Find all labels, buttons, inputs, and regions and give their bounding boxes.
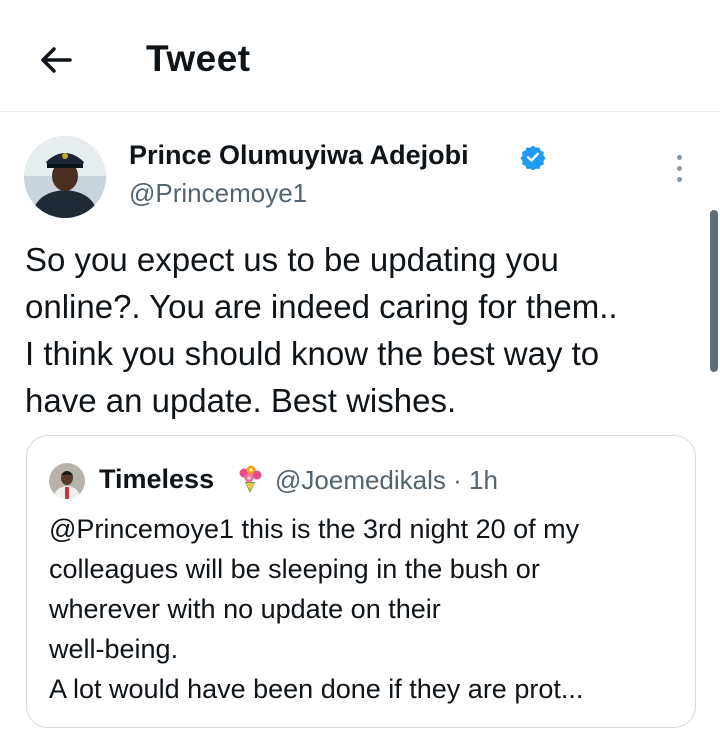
scrollbar[interactable] bbox=[710, 210, 718, 372]
back-button[interactable] bbox=[36, 40, 76, 80]
author-name[interactable]: Prince Olumuyiwa Adejobi bbox=[129, 140, 469, 171]
more-options-button[interactable] bbox=[668, 155, 690, 187]
quoted-tweet-body: @Princemoye1 this is the 3rd night 20 of… bbox=[49, 514, 584, 704]
author-avatar[interactable] bbox=[24, 136, 106, 218]
bouquet-icon bbox=[239, 465, 262, 493]
top-bar: Tweet bbox=[0, 0, 720, 112]
quoted-author-avatar bbox=[49, 463, 85, 499]
author-handle[interactable]: @Princemoye1 bbox=[129, 178, 307, 209]
quoted-author-meta: @Joemedikals · 1h bbox=[275, 465, 498, 496]
arrow-left-icon bbox=[41, 47, 72, 73]
quoted-timestamp: 1h bbox=[469, 465, 498, 495]
tweet-body: So you expect us to be updating you onli… bbox=[25, 241, 618, 419]
page-title: Tweet bbox=[146, 38, 251, 79]
quoted-author-name: Timeless bbox=[99, 464, 215, 494]
quoted-tweet[interactable]: Timeless @Joemedikals · 1h @Princemoye1 … bbox=[26, 435, 696, 728]
quoted-author-handle: @Joemedikals bbox=[275, 465, 446, 495]
verified-badge-icon bbox=[520, 145, 546, 170]
more-dots-icon bbox=[676, 155, 682, 160]
meta-separator: · bbox=[453, 465, 462, 495]
